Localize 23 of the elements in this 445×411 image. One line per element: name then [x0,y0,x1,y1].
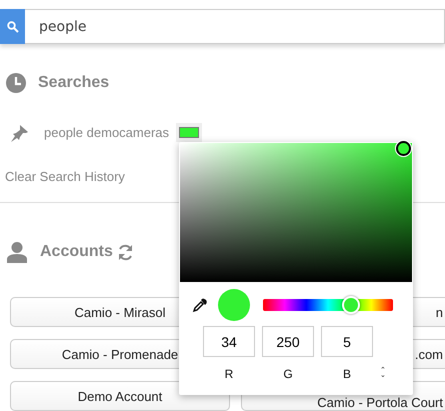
refresh-icon[interactable] [116,244,134,260]
saturation-area[interactable] [180,143,412,282]
picker-handle[interactable] [396,141,411,156]
section-title: Accounts [40,243,113,261]
section-title: Searches [38,74,110,92]
clear-history-link[interactable]: Clear Search History [0,169,125,184]
channel-label: G [283,367,293,381]
search-field[interactable]: people [25,9,445,44]
hue-slider[interactable] [263,299,393,311]
color-swatch[interactable] [176,123,202,142]
channel-field[interactable]: 5 [321,326,373,357]
channel-label: R [224,367,234,381]
channel-field[interactable]: 34 [203,326,255,357]
channel-field[interactable]: 250 [262,326,314,357]
eyedropper-icon[interactable] [192,298,207,312]
clock-icon [6,73,26,93]
search-icon [6,20,18,32]
pin-icon [9,124,29,142]
search-button[interactable] [0,9,25,44]
channel-label: B [342,367,351,381]
slider-thumb[interactable] [342,296,360,314]
saved-search-link[interactable]: people democameras [44,125,170,140]
user-icon [6,241,28,263]
